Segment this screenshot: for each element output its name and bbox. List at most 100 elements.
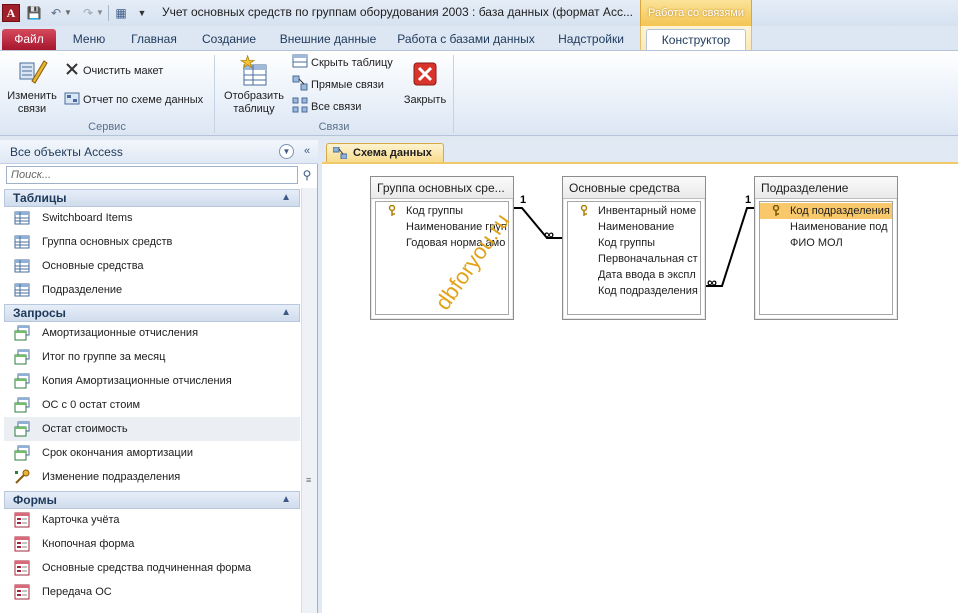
- nav-item-label: Основные средства подчиненная форма: [42, 562, 252, 574]
- save-icon[interactable]: 💾: [26, 4, 42, 22]
- close-button[interactable]: Закрыть: [400, 59, 450, 107]
- clear-layout-label: Очистить макет: [83, 65, 164, 77]
- nav-menu-dropdown-icon[interactable]: ▼: [279, 144, 294, 159]
- field-item-selected[interactable]: Код подразделения: [760, 203, 892, 219]
- field-item[interactable]: Инвентарный номе: [568, 203, 700, 219]
- redo-dropdown-icon[interactable]: ▼: [96, 4, 104, 22]
- tab-relationships[interactable]: Схема данных: [326, 143, 444, 163]
- nav-section-forms[interactable]: Формы ▲: [4, 491, 300, 509]
- nav-section-queries[interactable]: Запросы ▲: [4, 304, 300, 322]
- nav-item-query[interactable]: Итог по группе за месяц: [4, 345, 300, 369]
- section-label: Формы: [13, 493, 57, 507]
- ribbon: Изменить связи Очистить макет Отчет по с…: [0, 50, 958, 136]
- undo-icon[interactable]: ↶: [48, 4, 64, 22]
- ribbon-separator: [453, 55, 454, 133]
- hide-table-label: Скрыть таблицу: [311, 57, 393, 69]
- nav-item-label: Срок окончания амортизации: [42, 447, 193, 459]
- nav-search-input[interactable]: Поиск...: [6, 166, 298, 184]
- tab-design[interactable]: Конструктор: [646, 29, 746, 50]
- relationships-icon: [332, 146, 348, 160]
- nav-item-label: Итог по группе за месяц: [42, 351, 166, 363]
- title-bar: A 💾 ↶ ▼ ↷ ▼ ▦ ▼ Учет основных средств по…: [0, 0, 958, 26]
- tab-home[interactable]: Главная: [122, 29, 186, 50]
- field-item[interactable]: Наименование: [568, 219, 700, 235]
- edit-relations-button[interactable]: Изменить связи: [4, 55, 60, 116]
- nav-item-form[interactable]: Карточка учёта: [4, 508, 300, 532]
- qat-separator: [108, 5, 109, 21]
- nav-item-form[interactable]: Передача ОС: [4, 580, 300, 604]
- doc-tab-label: Схема данных: [353, 147, 432, 159]
- nav-item-form[interactable]: Кнопочная форма: [4, 532, 300, 556]
- relation-many-label: ∞: [707, 274, 717, 290]
- nav-item-label: Копия Амортизационные отчисления: [42, 375, 232, 387]
- hide-table-icon: [292, 53, 308, 69]
- nav-header[interactable]: Все объекты Access ▼ «: [0, 140, 318, 164]
- nav-shutter-icon[interactable]: «: [300, 144, 314, 159]
- field-item[interactable]: Первоначальная ст: [568, 251, 700, 267]
- tab-menu[interactable]: Меню: [62, 29, 116, 50]
- all-relations-button[interactable]: Все связи: [292, 97, 361, 117]
- undo-dropdown-icon[interactable]: ▼: [64, 4, 72, 22]
- field-item[interactable]: Наименование под: [760, 219, 892, 235]
- nav-item-table[interactable]: Switchboard Items: [4, 206, 300, 230]
- nav-item-table[interactable]: Подразделение: [4, 278, 300, 302]
- customize-qat-icon[interactable]: ▼: [136, 4, 148, 22]
- direct-relations-button[interactable]: Прямые связи: [292, 75, 384, 95]
- nav-item-query[interactable]: Копия Амортизационные отчисления: [4, 369, 300, 393]
- tab-database-tools[interactable]: Работа с базами данных: [392, 29, 540, 50]
- relationships-qat-icon[interactable]: ▦: [112, 4, 130, 22]
- table-icon: [14, 210, 30, 226]
- query-icon: [14, 397, 30, 413]
- direct-relations-label: Прямые связи: [311, 79, 384, 91]
- relationship-report-button[interactable]: Отчет по схеме данных: [64, 90, 203, 110]
- relationships-canvas[interactable]: 1 ∞ ∞ 1 Группа основных сре... Код групп…: [322, 162, 958, 613]
- nav-item-query[interactable]: Срок окончания амортизации: [4, 441, 300, 465]
- field-label: Дата ввода в экспл: [598, 269, 696, 281]
- field-item[interactable]: Код группы: [568, 235, 700, 251]
- nav-item-table[interactable]: Основные средства: [4, 254, 300, 278]
- scroll-grip-icon: ≡: [306, 475, 312, 485]
- nav-item-query[interactable]: Остат стоимость: [4, 417, 300, 441]
- access-app-icon[interactable]: A: [2, 4, 20, 22]
- relation-one-label: 1: [520, 194, 527, 206]
- table-icon: [14, 258, 30, 274]
- field-label: Код группы: [406, 205, 464, 217]
- close-label: Закрыть: [403, 94, 447, 106]
- tab-file[interactable]: Файл: [2, 29, 56, 50]
- hide-table-button[interactable]: Скрыть таблицу: [292, 53, 393, 73]
- field-list-title[interactable]: Группа основных сре...: [371, 177, 513, 199]
- nav-item-label: Кнопочная форма: [42, 538, 135, 550]
- direct-relations-icon: [292, 75, 308, 91]
- field-item[interactable]: Дата ввода в экспл: [568, 267, 700, 283]
- relations-group-label: Связи: [318, 121, 350, 133]
- tab-external-data[interactable]: Внешние данные: [272, 29, 384, 50]
- tab-addins[interactable]: Надстройки: [548, 29, 634, 50]
- nav-item-label: Основные средства: [42, 260, 144, 272]
- nav-item-table[interactable]: Группа основных средств: [4, 230, 300, 254]
- redo-icon[interactable]: ↷: [80, 4, 96, 22]
- field-list-title[interactable]: Подразделение: [755, 177, 897, 199]
- field-label: Первоначальная ст: [598, 253, 698, 265]
- show-table-button[interactable]: Отобразить таблицу: [220, 54, 288, 116]
- field-list-fixed-assets[interactable]: Основные средства Инвентарный номе Наиме…: [562, 176, 706, 320]
- field-list-department[interactable]: Подразделение Код подразделения Наименов…: [754, 176, 898, 320]
- field-item[interactable]: ФИО МОЛ: [760, 235, 892, 251]
- show-table-icon: [238, 54, 270, 87]
- clear-layout-button[interactable]: Очистить макет: [64, 61, 163, 81]
- search-icon[interactable]: ⚲: [299, 166, 315, 184]
- nav-item-label: Амортизационные отчисления: [42, 327, 199, 339]
- field-label: Код подразделения: [598, 285, 698, 297]
- update-query-icon: [14, 469, 30, 485]
- context-group-title: Работа со связями: [640, 0, 752, 26]
- nav-item-form[interactable]: Основные средства подчиненная форма: [4, 556, 300, 580]
- nav-section-tables[interactable]: Таблицы ▲: [4, 189, 300, 207]
- nav-item-query[interactable]: Изменение подразделения: [4, 465, 300, 489]
- tab-create[interactable]: Создание: [192, 29, 266, 50]
- nav-item-query[interactable]: ОС с 0 остат стоим: [4, 393, 300, 417]
- nav-item-label: Карточка учёта: [42, 514, 120, 526]
- field-list-title[interactable]: Основные средства: [563, 177, 705, 199]
- nav-item-query[interactable]: Амортизационные отчисления: [4, 321, 300, 345]
- nav-scrollbar[interactable]: ≡: [301, 188, 317, 613]
- clear-layout-icon: [64, 61, 80, 77]
- field-item[interactable]: Код подразделения: [568, 283, 700, 299]
